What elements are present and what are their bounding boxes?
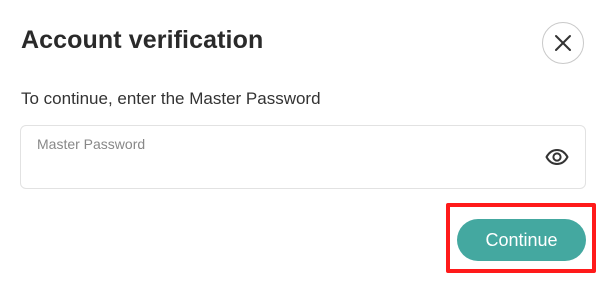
dialog-title: Account verification <box>21 26 264 54</box>
master-password-label: Master Password <box>37 136 146 152</box>
close-button[interactable] <box>542 22 584 64</box>
instruction-text: To continue, enter the Master Password <box>21 89 321 108</box>
account-verification-dialog: Account verification To continue, enter … <box>0 0 609 284</box>
master-password-input[interactable] <box>36 156 536 180</box>
show-password-button[interactable] <box>544 146 570 168</box>
continue-button[interactable]: Continue <box>457 219 586 261</box>
close-icon <box>555 35 571 51</box>
eye-icon <box>545 149 569 165</box>
master-password-field[interactable]: Master Password <box>20 125 586 189</box>
